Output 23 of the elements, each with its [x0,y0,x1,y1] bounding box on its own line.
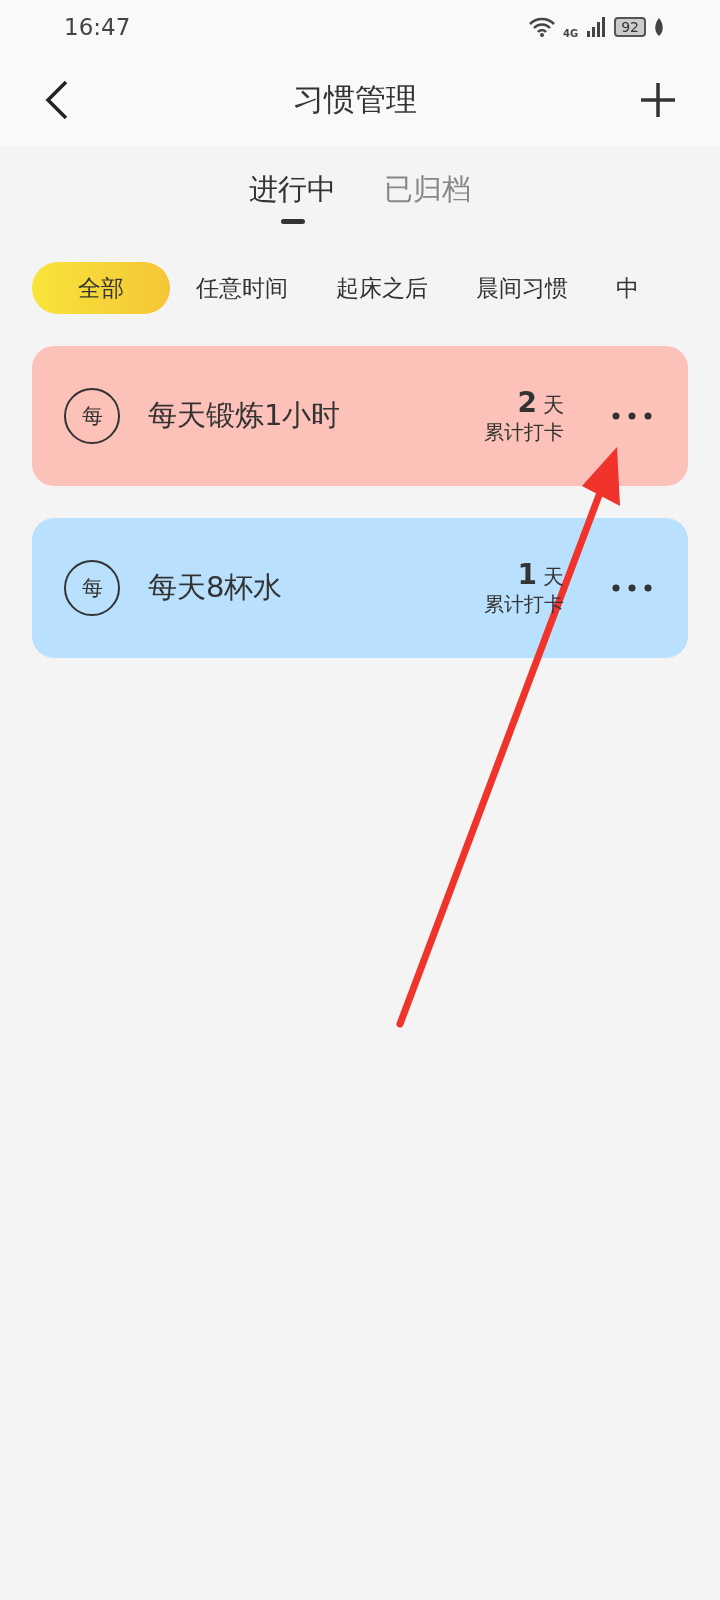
leaf-icon [654,18,664,36]
tab[interactable]: 进行中 [249,170,336,224]
frequency-badge: 每 [64,388,120,444]
habit-name: 每天锻炼1小时 [148,397,342,434]
filter-chip[interactable]: 起床之后 [314,262,450,314]
filter-chip[interactable]: 任意时间 [174,262,310,314]
signal-icon [586,17,607,37]
page-title: 习惯管理 [293,80,417,119]
filter-chip[interactable]: 全部 [32,262,170,314]
checkin-count: 2 天 [517,386,564,419]
frequency-badge: 每 [64,560,120,616]
filter-chip[interactable]: 中 [594,262,661,314]
checkin-count: 1 天 [517,558,564,591]
filter-chip[interactable]: 晨间习惯 [454,262,590,314]
network-label: 4G [563,27,579,39]
checkin-caption: 累计打卡 [484,419,564,446]
habit-card[interactable]: 每 每天锻炼1小时 2 天 累计打卡 [32,346,688,486]
habit-name: 每天8杯水 [148,569,284,606]
wifi-icon [529,17,555,37]
battery-level: 92 [614,17,646,37]
status-time: 16:47 [64,14,131,40]
more-button[interactable] [612,412,652,420]
more-button[interactable] [612,584,652,592]
